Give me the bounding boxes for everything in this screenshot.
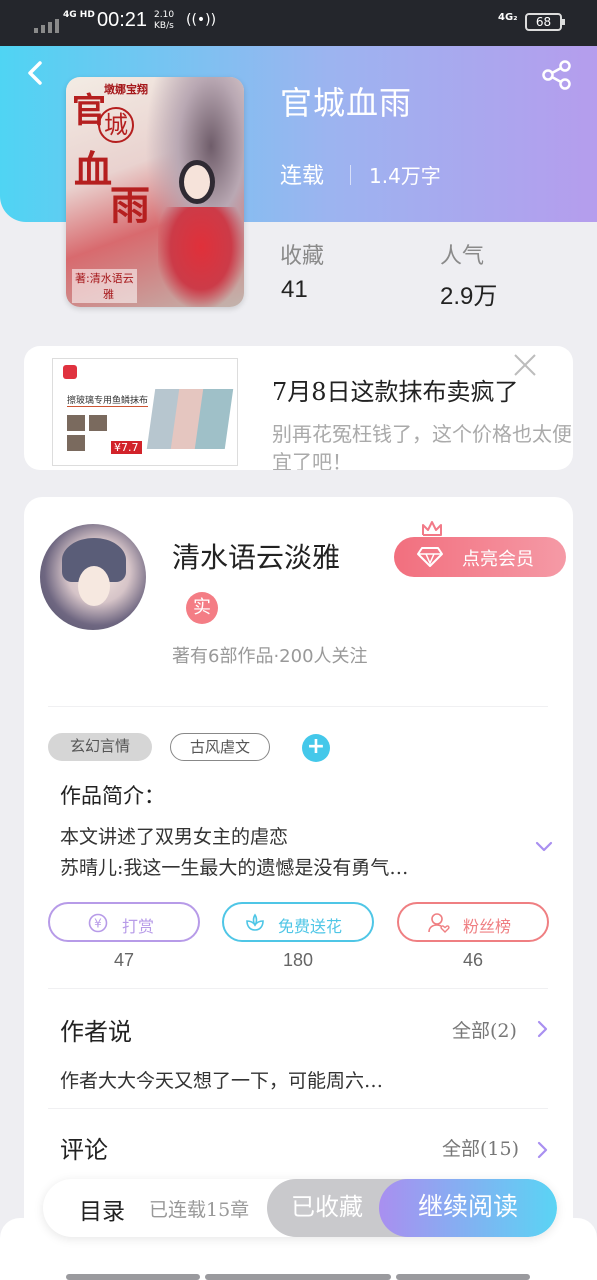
tip-count: 47 (113, 950, 135, 970)
popularity-label: 人气 (440, 244, 485, 269)
continue-reading-button[interactable]: 继续阅读 (379, 1179, 557, 1237)
chevron-right-icon[interactable] (535, 1019, 549, 1039)
network-indicator: 4G HD (63, 10, 95, 20)
author-name[interactable]: 清水语云淡雅 (172, 536, 340, 576)
cover-series-label: 墩娜宝翔 (104, 83, 148, 96)
cover-author-line2: 雅 (103, 288, 114, 301)
book-title: 官城血雨 (280, 84, 413, 122)
book-cover[interactable]: 墩娜宝翔 官 城 血 雨 著:清水语云 雅 (66, 77, 244, 307)
cover-art-face (184, 165, 210, 199)
status-bar: 4G HD 00:21 2.10 KB/s ((•)) 4G₂ 68 (0, 0, 597, 46)
flower-count: 180 (282, 950, 314, 970)
cover-art-robe (158, 207, 244, 307)
author-says-heading: 作者说 (60, 1018, 132, 1046)
favorites-value: 41 (281, 276, 308, 303)
network-speed-value: 2.10 (154, 10, 175, 20)
home-indicator (66, 1274, 200, 1280)
ad-image-thumb (89, 415, 107, 431)
ad-banner[interactable]: 擦玻璃专用鱼鳞抹布 ¥7.7 7月8日这款抹布卖疯了 别再花冤枉钱了，这个价格也… (24, 346, 573, 470)
intro-line-1: 本文讲述了双男女主的虐恋 (60, 826, 289, 848)
fan-count: 46 (462, 950, 484, 970)
cover-author: 著:清水语云 雅 (72, 269, 137, 303)
ad-image: 擦玻璃专用鱼鳞抹布 ¥7.7 (52, 358, 238, 466)
cover-title-char-4: 雨 (110, 182, 150, 229)
bottom-action-bar: 目录 已连载15章 已收藏 继续阅读 (43, 1179, 557, 1237)
clock: 00:21 (97, 9, 148, 31)
ad-image-price: ¥7.7 (111, 441, 142, 454)
status-divider (350, 165, 351, 185)
verified-badge: 实 (186, 592, 218, 624)
home-indicator (205, 1274, 391, 1280)
crown-icon (422, 521, 442, 536)
svg-text:¥: ¥ (94, 917, 102, 931)
tip-button-label: 打赏 (122, 917, 155, 936)
yen-coin-icon: ¥ (88, 913, 108, 933)
network-speed: 2.10 KB/s (154, 10, 174, 32)
ad-title: 7月8日这款抹布卖疯了 (272, 378, 519, 406)
network-indicator-2: 4G₂ (498, 12, 518, 23)
cover-author-line1: 著:清水语云 (75, 272, 134, 285)
intro-line-2: 苏晴儿:我这一生最大的遗憾是没有勇气… (60, 857, 409, 879)
ad-image-thumb (67, 415, 85, 431)
author-says-text[interactable]: 作者大大今天又想了一下，可能周六… (60, 1066, 383, 1093)
home-indicator (396, 1274, 530, 1280)
popularity-value: 2.9万 (440, 283, 498, 310)
author-avatar[interactable] (40, 524, 146, 630)
avatar-face (78, 566, 110, 606)
chapter-count: 已连载15章 (149, 1199, 250, 1221)
flower-icon (246, 913, 264, 931)
tip-button[interactable]: ¥ 打赏 (48, 902, 200, 942)
close-icon[interactable] (512, 352, 538, 378)
battery-level: 68 (535, 15, 552, 29)
ad-logo-icon (63, 365, 77, 379)
share-icon[interactable] (541, 60, 573, 90)
book-status: 连载 (280, 164, 325, 189)
favorites-label: 收藏 (280, 244, 325, 269)
vip-button-label: 点亮会员 (462, 549, 534, 570)
back-arrow-icon[interactable] (22, 58, 48, 88)
table-of-contents-button[interactable]: 目录 (79, 1192, 125, 1226)
send-flower-button[interactable]: 免费送花 (222, 902, 374, 942)
ad-image-brand: 擦玻璃专用鱼鳞抹布 (67, 393, 149, 407)
book-word-count: 1.4万字 (369, 164, 441, 188)
cover-title-char-2: 城 (98, 107, 134, 143)
chevron-right-icon[interactable] (535, 1140, 549, 1160)
send-flower-label: 免费送花 (278, 917, 343, 936)
chevron-down-icon[interactable] (534, 838, 554, 854)
user-heart-icon (428, 913, 450, 933)
cover-title-char-3: 血 (74, 147, 113, 192)
vip-button[interactable]: 点亮会员 (394, 537, 566, 577)
intro-heading: 作品简介： (60, 784, 165, 808)
battery-icon: 68 (525, 13, 565, 31)
comments-heading: 评论 (60, 1136, 108, 1164)
tag-chip[interactable]: 玄幻言情 (48, 733, 152, 761)
comments-more-link[interactable]: 全部(15) (442, 1134, 519, 1161)
fan-ranking-button[interactable]: 粉丝榜 (397, 902, 549, 942)
hotspot-icon: ((•)) (186, 12, 217, 28)
author-says-more-link[interactable]: 全部(2) (452, 1016, 517, 1043)
divider (48, 706, 548, 707)
divider (48, 988, 548, 989)
network-speed-unit: KB/s (154, 21, 174, 31)
author-meta: 著有6部作品·200人关注 (172, 646, 368, 667)
diamond-icon (417, 547, 443, 567)
tag-chip[interactable]: 古风虐文 (170, 733, 270, 761)
fan-ranking-label: 粉丝榜 (463, 917, 512, 936)
signal-icon (34, 13, 59, 33)
ad-description: 别再花冤枉钱了，这个价格也太便宜了吧！ (272, 422, 572, 470)
ad-image-thumb (67, 435, 85, 451)
divider (48, 1108, 548, 1109)
add-tag-button[interactable]: + (302, 734, 330, 762)
